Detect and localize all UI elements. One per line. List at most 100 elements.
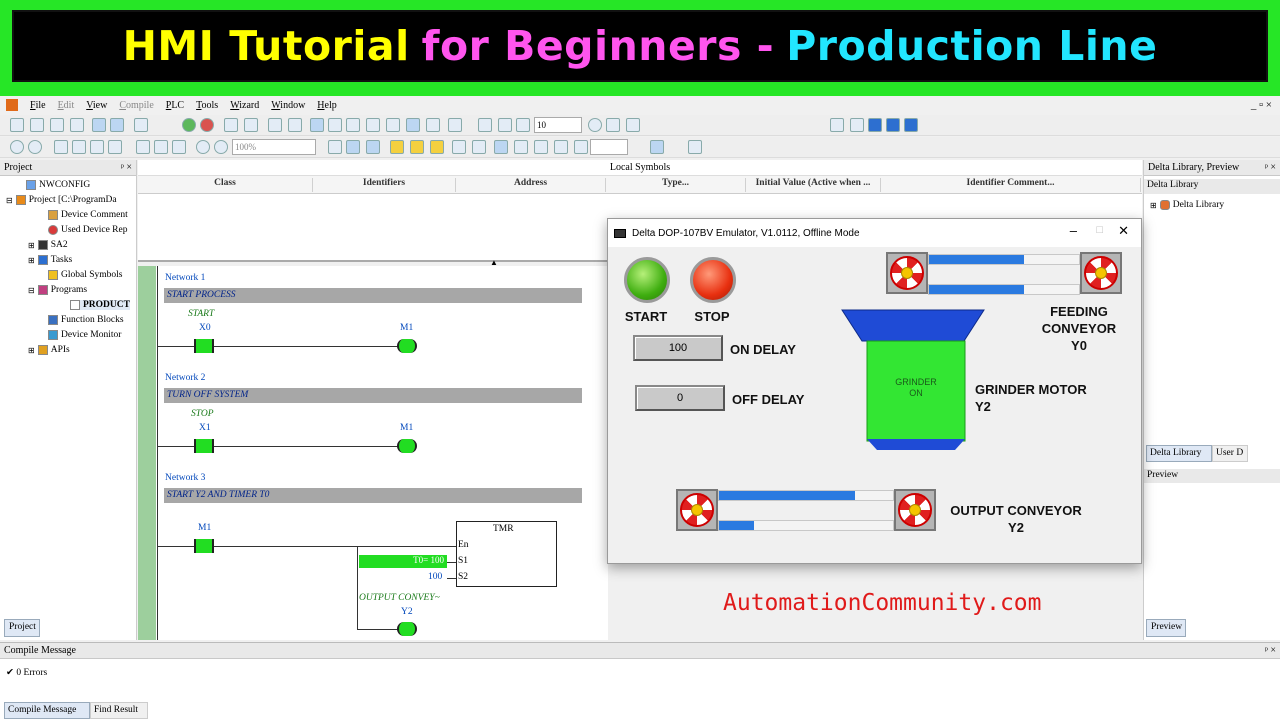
layout-icon[interactable] (92, 118, 106, 132)
maximize-icon[interactable]: □ (1096, 224, 1103, 236)
tree-item-project[interactable]: ⊟ Project [C:\ProgramDa (6, 195, 117, 205)
tool-icon[interactable] (650, 140, 664, 154)
tree-item-function-blocks[interactable]: Function Blocks (48, 315, 124, 325)
tool-icon[interactable] (154, 140, 168, 154)
tool-icon[interactable] (366, 118, 380, 132)
tree-item-apis[interactable]: ⊞ APIs (28, 345, 70, 355)
contact-x1[interactable] (194, 439, 214, 453)
tool-icon[interactable] (328, 118, 342, 132)
tree-item-programs[interactable]: ⊟ Programs (28, 285, 87, 295)
delete-icon[interactable] (108, 140, 122, 154)
tool-icon[interactable] (478, 118, 492, 132)
tool-icon[interactable] (346, 140, 360, 154)
tab-delta-library[interactable]: Delta Library (1146, 445, 1212, 462)
tree-item-device-comment[interactable]: Device Comment (48, 210, 128, 220)
tool-icon[interactable] (244, 118, 258, 132)
tool-icon[interactable] (430, 140, 444, 154)
tool-icon[interactable] (626, 118, 640, 132)
tool-icon[interactable] (426, 118, 440, 132)
network-2-comment[interactable]: TURN OFF SYSTEM (164, 388, 582, 403)
tool-icon[interactable] (514, 140, 528, 154)
stop-icon[interactable] (200, 118, 214, 132)
print-icon[interactable] (70, 118, 84, 132)
tab-compile-message[interactable]: Compile Message (4, 702, 90, 719)
tab-user-defined[interactable]: User D (1212, 445, 1248, 462)
menu-edit[interactable]: Edit (52, 100, 81, 111)
tool-icon[interactable] (516, 118, 530, 132)
tree-item-tasks[interactable]: ⊞ Tasks (28, 255, 72, 265)
network-3-comment[interactable]: START Y2 AND TIMER T0 (164, 488, 582, 503)
spin-input[interactable]: 10 (534, 117, 582, 133)
library-tree-item[interactable]: ⊞ Delta Library (1150, 200, 1224, 210)
on-delay-input[interactable]: 100 (633, 335, 723, 361)
panel-close-icon[interactable]: ᵖ × (1265, 162, 1276, 173)
column-identifier-comment[interactable]: Identifier Comment... (881, 178, 1141, 192)
compile-message-row[interactable]: ✔ 0 Errors (6, 667, 47, 678)
menu-view[interactable]: View (80, 100, 113, 111)
tool-icon[interactable] (448, 118, 462, 132)
save-icon[interactable] (50, 118, 64, 132)
menu-compile[interactable]: Compile (113, 100, 159, 111)
tab-find-result[interactable]: Find Result (90, 702, 148, 719)
tool-icon[interactable] (346, 118, 360, 132)
search-icon[interactable] (136, 140, 150, 154)
column-identifiers[interactable]: Identifiers (313, 178, 456, 192)
menu-tools[interactable]: Tools (190, 100, 224, 111)
tool-icon[interactable] (390, 140, 404, 154)
tool-icon[interactable] (588, 118, 602, 132)
cut-icon[interactable] (54, 140, 68, 154)
tool-icon[interactable] (406, 118, 420, 132)
start-button[interactable] (624, 257, 670, 303)
tab-preview[interactable]: Preview (1146, 619, 1186, 637)
contact-m1[interactable] (194, 539, 214, 553)
tool-icon[interactable] (410, 140, 424, 154)
tool-icon[interactable] (224, 118, 238, 132)
tool-icon[interactable] (268, 118, 282, 132)
new-file-icon[interactable] (10, 118, 24, 132)
tree-item-global-symbols[interactable]: Global Symbols (48, 270, 123, 280)
tool-icon[interactable] (386, 118, 400, 132)
tool-icon[interactable] (868, 118, 882, 132)
tool-icon[interactable] (830, 118, 844, 132)
run-icon[interactable] (182, 118, 196, 132)
stop-button[interactable] (690, 257, 736, 303)
tree-item-product[interactable]: PRODUCT (70, 300, 130, 310)
tab-project[interactable]: Project (4, 619, 40, 637)
off-delay-input[interactable]: 0 (635, 385, 725, 411)
tree-item-used-device[interactable]: Used Device Rep (48, 225, 127, 235)
copy-icon[interactable] (72, 140, 86, 154)
tree-item-device-monitor[interactable]: Device Monitor (48, 330, 121, 340)
tool-icon[interactable] (172, 140, 186, 154)
tool-icon[interactable] (606, 118, 620, 132)
menu-help[interactable]: Help (311, 100, 342, 111)
tool-icon[interactable] (366, 140, 380, 154)
open-file-icon[interactable] (30, 118, 44, 132)
zoom-select[interactable]: 100% (232, 139, 316, 155)
contact-x0[interactable] (194, 339, 214, 353)
minimize-icon[interactable]: – (1070, 223, 1077, 238)
column-type[interactable]: Type... (606, 178, 746, 192)
menu-file[interactable]: File (24, 100, 52, 111)
tool-icon[interactable] (904, 118, 918, 132)
column-class[interactable]: Class (138, 178, 313, 192)
tool-icon[interactable] (10, 140, 24, 154)
zoom-in-icon[interactable] (196, 140, 210, 154)
paste-icon[interactable] (90, 140, 104, 154)
window-controls[interactable]: _ ▫ × (1251, 99, 1272, 111)
tool-icon[interactable] (288, 118, 302, 132)
menu-plc[interactable]: PLC (160, 100, 190, 111)
coil-y2[interactable] (397, 622, 417, 636)
tool-icon[interactable] (850, 118, 864, 132)
coil-m1[interactable] (397, 339, 417, 353)
tool-icon[interactable] (472, 140, 486, 154)
panel-close-icon[interactable]: ᵖ × (1265, 645, 1276, 656)
panel-close-icon[interactable]: ᵖ × (121, 162, 132, 173)
monitor-icon[interactable] (310, 118, 324, 132)
zoom-out-icon[interactable] (214, 140, 228, 154)
tool-icon[interactable] (498, 118, 512, 132)
tool-icon[interactable] (688, 140, 702, 154)
tool-icon[interactable] (452, 140, 466, 154)
tree-item-sa2[interactable]: ⊞ SA2 (28, 240, 68, 250)
tool-icon[interactable] (328, 140, 342, 154)
menu-wizard[interactable]: Wizard (224, 100, 265, 111)
